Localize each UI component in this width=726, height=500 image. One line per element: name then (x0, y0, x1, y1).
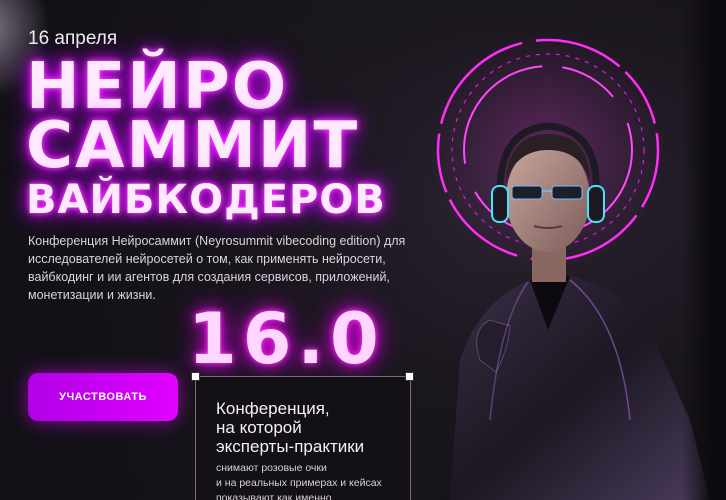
title-line-2: САММИТ (26, 108, 360, 183)
event-version: 16.0 (188, 298, 385, 380)
resize-handle-top-left[interactable] (191, 372, 200, 381)
frame-edge (682, 0, 726, 500)
info-card[interactable]: Конференция, на которой эксперты-практик… (195, 376, 411, 500)
resize-handle-top-right[interactable] (405, 372, 414, 381)
participate-button[interactable]: УЧАСТВОВАТЬ (28, 373, 178, 421)
event-description: Конференция Нейросаммит (Neyrosummit vib… (28, 234, 406, 302)
event-title: НЕЙРО САММИТ ВАЙБКОДЕРОВ (26, 55, 386, 223)
title-line-3: ВАЙБКОДЕРОВ (26, 176, 386, 223)
neon-man-with-headphones-illustration (428, 30, 710, 500)
card-title: Конференция, на которой эксперты-практик… (216, 399, 365, 456)
card-text: снимают розовые очки и на реальных приме… (216, 462, 382, 500)
event-date: 16 апреля (28, 28, 118, 49)
hero-banner: 16 апреля НЕЙРО САММИТ ВАЙБКОДЕРОВ Конфе… (0, 0, 726, 500)
